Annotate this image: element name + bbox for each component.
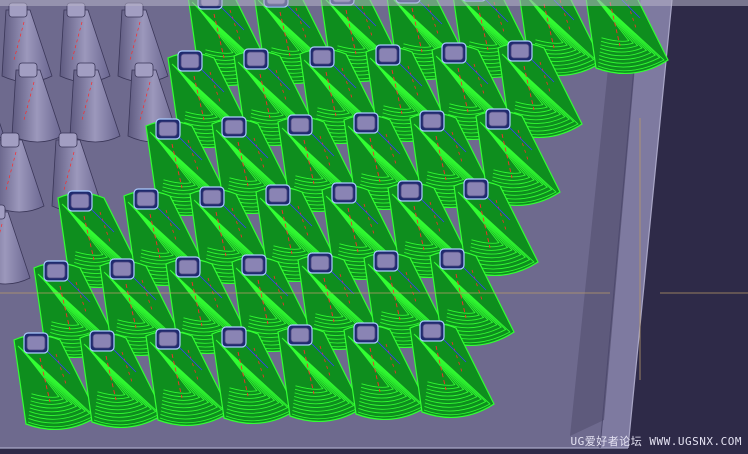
cam-graphics-window[interactable]: UG爱好者论坛 WWW.UGSNX.COM [0,0,748,454]
watermark: UG爱好者论坛 WWW.UGSNX.COM [570,435,742,448]
toolpath-scene[interactable] [0,0,748,454]
toolbar-strip [0,0,748,6]
